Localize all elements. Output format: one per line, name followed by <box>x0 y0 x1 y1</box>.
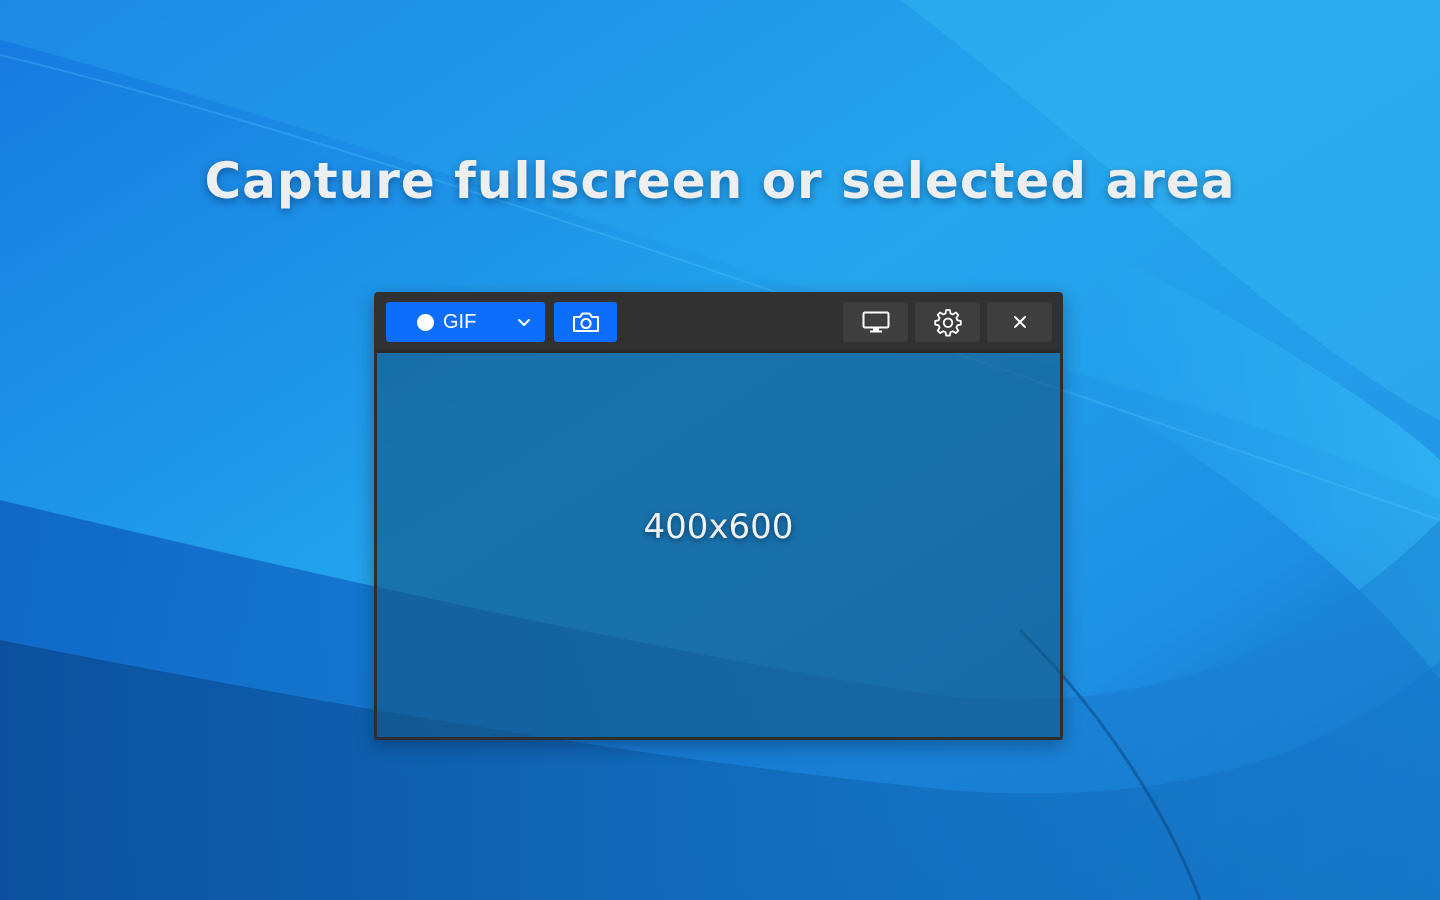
close-button[interactable] <box>987 302 1052 342</box>
monitor-icon <box>861 310 891 334</box>
recorder-toolbar: GIF <box>374 292 1063 350</box>
close-icon <box>1012 314 1028 330</box>
page-headline: Capture fullscreen or selected area <box>204 152 1236 210</box>
record-dot-icon <box>417 314 434 331</box>
capture-size-label: 400x600 <box>643 507 794 547</box>
camera-icon <box>571 310 601 334</box>
fullscreen-capture-button[interactable] <box>843 302 908 342</box>
recorder-window: GIF 400x600 <box>374 292 1063 740</box>
record-gif-button[interactable]: GIF <box>386 302 545 342</box>
record-format-label: GIF <box>443 311 477 333</box>
screenshot-button[interactable] <box>554 302 617 342</box>
capture-area[interactable]: 400x600 <box>374 350 1063 740</box>
chevron-down-icon[interactable] <box>516 314 532 330</box>
gear-icon <box>933 307 963 337</box>
settings-button[interactable] <box>915 302 980 342</box>
